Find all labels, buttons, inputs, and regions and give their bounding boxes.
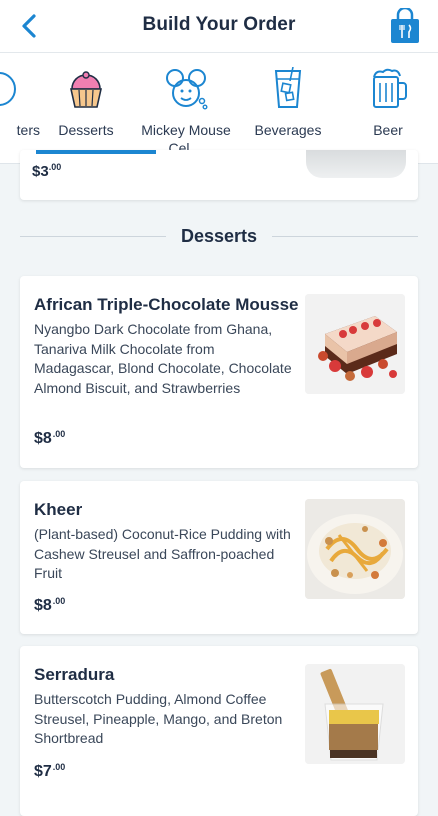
glass-icon [274,67,302,108]
menu-item-card-partial[interactable]: $3.00 [20,150,418,200]
item-name: Serradura [34,665,115,684]
category-label: Desserts [58,122,114,138]
category-tab-desserts[interactable]: Desserts [41,67,131,139]
item-name: Kheer [34,500,83,519]
item-description: Nyangbo Dark Chocolate from Ghana, Tanar… [34,321,292,396]
item-photo [306,150,406,178]
item-description: Butterscotch Pudding, Almond Coffee Stre… [34,691,283,746]
category-label: Beverages [254,122,322,138]
menu-item-card[interactable]: African Triple-Chocolate Mousse Nyangbo … [20,276,418,468]
app-header: Build Your Order [0,0,438,53]
menu-item-card[interactable]: Kheer (Plant-based) Coconut-Rice Pudding… [20,481,418,634]
item-description: (Plant-based) Coconut-Rice Pudding with … [34,526,291,581]
page-title: Build Your Order [142,14,296,35]
category-label: ters [16,122,40,138]
category-tab-beverages[interactable]: Beverages [243,67,333,139]
mickey-icon [166,69,208,110]
category-tab-mickey[interactable]: Mickey Mouse Cel… [141,67,231,157]
active-tab-indicator [36,150,156,154]
item-price: $3.00 [32,162,62,180]
item-price: $7.00 [34,762,66,780]
menu-item-card[interactable]: Serradura Butterscotch Pudding, Almond C… [20,646,418,816]
category-label: Beer [373,122,403,138]
category-tab-partial[interactable]: ters [0,67,40,139]
item-photo [305,499,405,599]
item-photo [305,294,405,394]
item-price: $8.00 [34,429,66,447]
divider [272,236,418,237]
section-heading: Desserts [20,224,418,248]
category-bar: ters Desserts Mickey Mouse Cel… Beverage… [0,53,438,164]
beer-mug-icon [373,68,407,108]
shopping-bag-icon[interactable] [388,8,422,44]
cupcake-icon [70,71,102,108]
cup-icon [0,72,16,106]
category-tab-beer[interactable]: Beer [343,67,433,139]
item-name: African Triple-Chocolate Mousse [34,295,299,314]
item-price: $8.00 [34,596,66,614]
item-photo [305,664,405,764]
